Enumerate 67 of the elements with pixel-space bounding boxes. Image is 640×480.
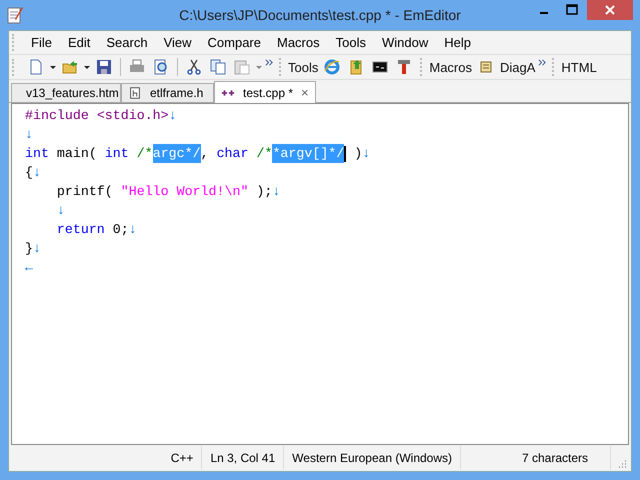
window-title: C:\Users\JP\Documents\test.cpp * - EmEditor xyxy=(178,7,462,23)
code-token: *argv[]*/ xyxy=(272,144,344,163)
menu-item[interactable]: Edit xyxy=(60,33,98,52)
status-field: 7 characters xyxy=(514,446,611,470)
save-icon[interactable] xyxy=(96,59,112,75)
code-token: argc*/ xyxy=(152,144,201,163)
chevron-icon[interactable] xyxy=(538,58,548,67)
menu-item[interactable]: Tools xyxy=(328,33,374,52)
tools-button[interactable]: Tools xyxy=(287,60,320,74)
open-folder-icon[interactable] xyxy=(62,59,78,75)
new-file-icon[interactable] xyxy=(28,59,44,75)
code-token: printf( xyxy=(56,183,114,201)
code-token: ); xyxy=(255,183,272,201)
menu-item[interactable]: Window xyxy=(374,33,436,52)
close-button[interactable] xyxy=(587,0,633,20)
scroll-icon[interactable] xyxy=(478,59,494,75)
line-end-mark: ↓ xyxy=(362,145,370,163)
status-field: Western European (Windows) xyxy=(284,446,461,470)
file-tab[interactable]: etlframe.h xyxy=(121,83,214,102)
code-token: /* xyxy=(255,145,272,163)
code-token: int xyxy=(104,145,129,163)
code-token: int xyxy=(25,145,49,163)
line-end-mark: ↓ xyxy=(56,202,65,220)
menu-item[interactable]: View xyxy=(156,33,200,52)
code-token: main( xyxy=(56,145,98,163)
header-file-icon xyxy=(128,86,142,100)
code-token: char xyxy=(216,145,248,163)
line-end-mark: ↓ xyxy=(272,183,280,201)
browser-icon[interactable] xyxy=(324,59,340,75)
print-icon[interactable] xyxy=(129,59,145,75)
menu-item[interactable]: Macros xyxy=(268,33,328,52)
menu-item[interactable]: Help xyxy=(436,33,479,52)
code-token: 0; xyxy=(112,221,129,239)
html-button[interactable]: HTML xyxy=(560,60,598,74)
code-token: /* xyxy=(136,145,153,163)
status-field: C++ xyxy=(162,446,202,470)
code-token: } xyxy=(25,240,33,258)
code-editor[interactable]: #include <stdio.h>↓ ↓ int main( int /*argc*/, char /**argv[]*/ )↓ {↓ printf( "Hello World!\n" );↓ ↓ return 0;↓ }↓ ← xyxy=(11,103,629,445)
diagram-button[interactable]: DiagA xyxy=(498,60,536,74)
code-token: { xyxy=(25,164,33,182)
print-preview-icon[interactable] xyxy=(153,59,169,75)
line-end-mark: ↓ xyxy=(32,240,41,258)
menu-item[interactable]: File xyxy=(23,33,60,52)
code-token: ) xyxy=(353,145,362,163)
code-token: #include <stdio.h> xyxy=(25,107,169,125)
line-end-mark: ↓ xyxy=(168,107,177,125)
file-tab[interactable]: v13_features.htm xyxy=(11,83,121,102)
line-end-mark: ← xyxy=(25,259,33,277)
copy-icon[interactable] xyxy=(210,59,226,75)
console-icon[interactable] xyxy=(372,59,388,75)
status-field: Ln 3, Col 41 xyxy=(202,446,284,470)
notepad-icon xyxy=(6,5,24,25)
file-tab[interactable]: test.cpp * × xyxy=(214,81,316,103)
code-token: return xyxy=(56,221,105,239)
hammer-icon[interactable] xyxy=(396,59,412,75)
cut-icon[interactable] xyxy=(186,59,202,75)
menu-item[interactable]: Search xyxy=(98,33,156,52)
menu-item[interactable]: Compare xyxy=(200,33,269,52)
code-token: "Hello World!\n" xyxy=(120,183,248,201)
close-tab-button[interactable]: × xyxy=(301,85,309,100)
line-end-mark: ↓ xyxy=(128,221,137,239)
code-token: , xyxy=(200,145,210,163)
line-end-mark: ↓ xyxy=(25,126,33,144)
chevron-icon[interactable] xyxy=(265,58,274,67)
line-end-mark: ↓ xyxy=(32,164,41,182)
folder-up-icon[interactable] xyxy=(348,59,364,75)
macros-button[interactable]: Macros xyxy=(428,60,473,74)
